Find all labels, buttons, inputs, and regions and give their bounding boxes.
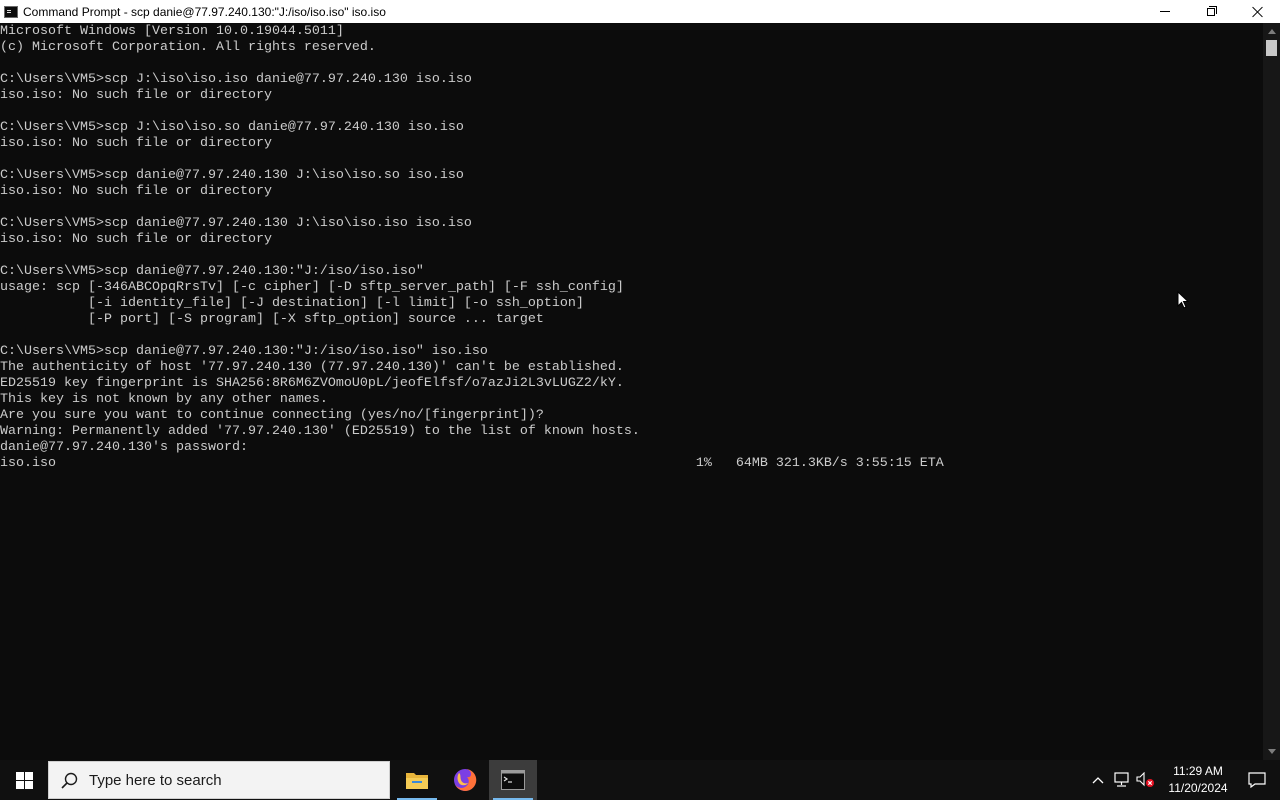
clock-time: 11:29 AM [1173,764,1223,778]
minimize-button[interactable] [1142,0,1188,23]
windows-logo-icon [15,771,33,789]
restore-button[interactable] [1188,0,1234,23]
console-line: C:\Users\VM5>scp danie@77.97.240.130:"J:… [0,344,488,359]
taskbar-app-firefox[interactable] [441,760,489,800]
chevron-up-icon [1092,777,1104,784]
taskbar-app-file-explorer[interactable] [393,760,441,800]
scroll-thumb[interactable] [1266,40,1277,56]
console-line: Are you sure you want to continue connec… [0,408,544,423]
show-hidden-icons-button[interactable] [1086,760,1110,800]
console-line: ED25519 key fingerprint is SHA256:8R6M6Z… [0,376,624,391]
file-explorer-icon [406,773,428,789]
console-line: Microsoft Windows [Version 10.0.19044.50… [0,24,344,39]
taskbar-app-command-prompt[interactable] [489,760,537,800]
taskbar: Type here to search 11:29 AM 11/20/2024 [0,760,1280,800]
console-line: The authenticity of host '77.97.240.130 … [0,360,624,375]
console-line: This key is not known by any other names… [0,392,328,407]
console-line: usage: scp [-346ABCOpqRrsTv] [-c cipher]… [0,280,624,295]
console-line: C:\Users\VM5>scp danie@77.97.240.130:"J:… [0,264,424,279]
firefox-icon [454,768,477,791]
window-title: Command Prompt - scp danie@77.97.240.130… [23,4,386,19]
command-prompt-icon [501,770,525,790]
action-center-button[interactable] [1234,760,1280,800]
console-line: danie@77.97.240.130's password: [0,440,248,455]
console-line: [-i identity_file] [-J destination] [-l … [0,296,584,311]
title-bar[interactable]: Command Prompt - scp danie@77.97.240.130… [0,0,1280,23]
console-line: C:\Users\VM5>scp danie@77.97.240.130 J:\… [0,216,472,231]
console-line: (c) Microsoft Corporation. All rights re… [0,40,376,55]
start-button[interactable] [0,760,48,800]
console-line: iso.iso 1% 64MB 321.3KB/s 3:55:15 ETA [0,456,944,471]
system-tray: 11:29 AM 11/20/2024 [1086,760,1280,800]
clock-date: 11/20/2024 [1168,781,1228,795]
volume-muted-icon [1136,772,1154,787]
taskbar-search-box[interactable]: Type here to search [48,761,390,799]
cmd-icon [4,5,18,18]
console-line: C:\Users\VM5>scp J:\iso\iso.iso danie@77… [0,72,472,87]
console-line: C:\Users\VM5>scp J:\iso\iso.so danie@77.… [0,120,464,135]
close-button[interactable] [1234,0,1280,23]
search-icon [61,772,78,789]
minimize-icon [1160,11,1170,12]
console-line: iso.iso: No such file or directory [0,136,272,151]
console-line: iso.iso: No such file or directory [0,184,272,199]
console-line: C:\Users\VM5>scp danie@77.97.240.130 J:\… [0,168,464,183]
window-controls [1142,0,1280,23]
console-line: iso.iso: No such file or directory [0,88,272,103]
console-line: iso.iso: No such file or directory [0,232,272,247]
notification-icon [1248,772,1266,788]
vertical-scrollbar[interactable] [1263,23,1280,760]
volume-button[interactable] [1134,760,1158,800]
scroll-down-icon[interactable] [1268,749,1276,754]
network-icon [1114,772,1129,787]
console-line: [-P port] [-S program] [-X sftp_option] … [0,312,544,327]
console-line: Warning: Permanently added '77.97.240.13… [0,424,640,439]
command-prompt-window[interactable]: Command Prompt - scp danie@77.97.240.130… [0,0,1280,760]
clock[interactable]: 11:29 AM 11/20/2024 [1162,760,1234,800]
network-button[interactable] [1110,760,1134,800]
restore-icon [1207,5,1217,16]
search-placeholder: Type here to search [89,771,222,789]
scroll-up-icon[interactable] [1268,29,1276,34]
close-icon [1252,6,1263,17]
console-output[interactable]: Microsoft Windows [Version 10.0.19044.50… [0,24,1262,760]
